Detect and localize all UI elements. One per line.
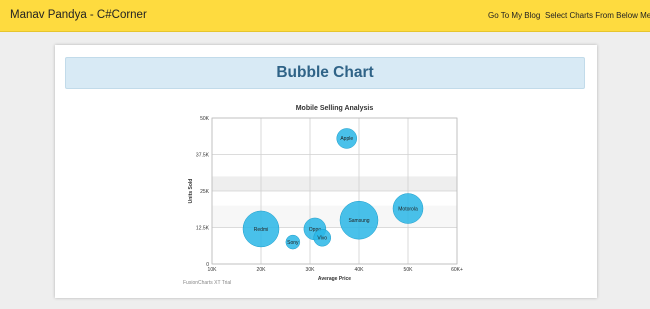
x-tick-label: 60K+ [451, 267, 463, 273]
x-axis-title: Average Price [318, 276, 351, 282]
x-tick-label: 50K [404, 267, 414, 273]
bubble-label: Samsung [348, 218, 369, 224]
y-axis-title: Units Sold [188, 179, 194, 204]
y-tick-label: 37.5K [196, 153, 210, 159]
bubble-label: Sony [287, 240, 299, 246]
chart-title: Mobile Selling Analysis [296, 105, 374, 112]
bubble-label: Motorola [398, 206, 418, 212]
x-tick-label: 20K [257, 267, 267, 273]
bubble-label: Vivo [317, 236, 327, 242]
navbar: Manav Pandya - C#Corner Go To My Blog Se… [0, 0, 650, 32]
y-tick-label: 12.5K [196, 226, 210, 232]
bubble-label: Redmi [254, 227, 268, 233]
trial-watermark: FusionCharts XT Trial [183, 280, 232, 286]
nav-link-charts-menu[interactable]: Select Charts From Below Menu [545, 11, 650, 20]
x-tick-label: 40K [355, 267, 365, 273]
brand-title[interactable]: Manav Pandya - C#Corner [10, 9, 147, 21]
y-tick-label: 50K [200, 116, 210, 122]
bubble-label: Apple [340, 136, 353, 142]
chart-card: Bubble Chart 10K 20K 30K 40K 50K 60K+ 0 12.5K 25… [55, 45, 597, 298]
y-tick-label: 25K [200, 189, 210, 195]
plot-band [212, 176, 457, 191]
y-tick-label: 0 [206, 262, 209, 268]
nav-link-blog[interactable]: Go To My Blog [488, 11, 540, 20]
x-tick-label: 30K [306, 267, 316, 273]
bubble-chart: 10K 20K 30K 40K 50K 60K+012.5K25K37.5K50KMobi… [188, 105, 463, 282]
